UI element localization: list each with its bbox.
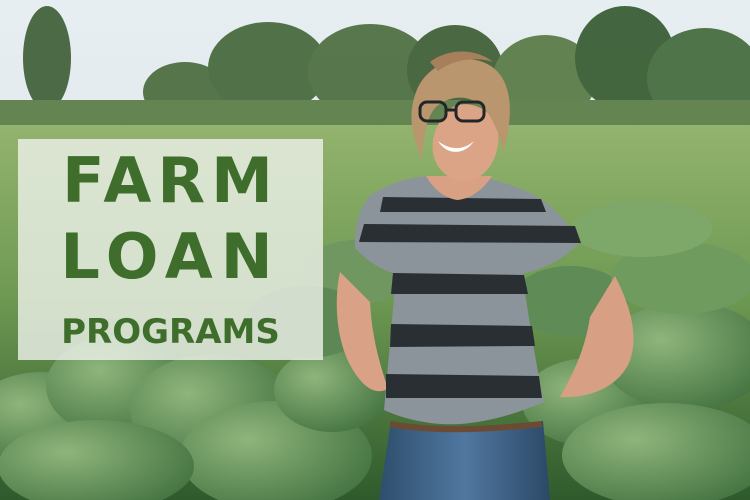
title-line-farm: FARM bbox=[62, 144, 279, 217]
title-line-loan: LOAN bbox=[60, 220, 281, 293]
farm-loan-programs-title-card: FARM LOAN PROGRAMS bbox=[18, 139, 323, 360]
title-line-programs: PROGRAMS bbox=[61, 312, 280, 352]
farm-loan-photo: FARM LOAN PROGRAMS bbox=[0, 0, 750, 500]
